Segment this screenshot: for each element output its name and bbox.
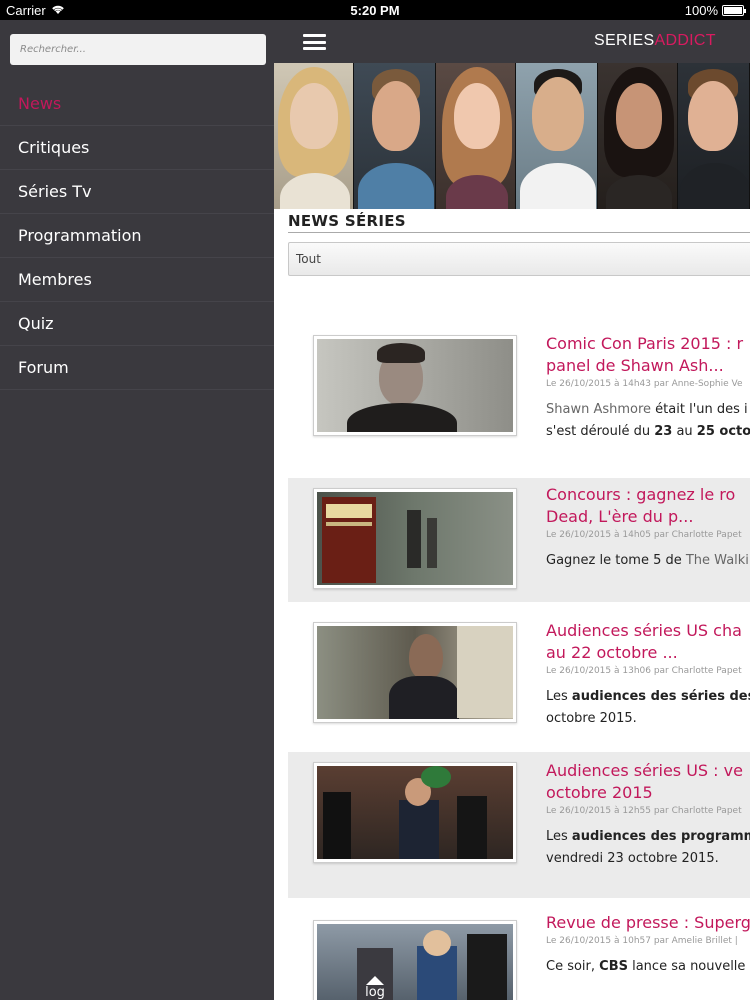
article-title-line-2[interactable]: Dead, L'ère du p... (546, 507, 693, 526)
excerpt-text: Gagnez le tome 5 de (546, 553, 686, 568)
logo-part-addict: ADDICT (654, 32, 716, 49)
cast-banner-image (274, 63, 750, 209)
excerpt-text: Les (546, 829, 572, 844)
sidebar: News Critiques Séries Tv Programmation M… (0, 20, 274, 1000)
article-title-line-2[interactable]: au 22 octobre ... (546, 643, 678, 662)
excerpt-bold: 25 octo (696, 424, 750, 439)
sidebar-item-forum[interactable]: Forum (0, 346, 274, 390)
category-filter-select[interactable]: Tout (288, 242, 750, 276)
excerpt-text: lance sa nouvelle s (627, 959, 750, 974)
banner-portrait (274, 63, 354, 209)
article-thumbnail[interactable] (313, 920, 517, 1000)
sidebar-item-news[interactable]: News (0, 82, 274, 126)
article-title-line-2[interactable]: panel de Shawn Ash... (546, 356, 724, 375)
news-article[interactable]: Audiences séries US cha au 22 octobre ...… (288, 602, 750, 742)
excerpt-text: vendredi 23 octobre 2015. (546, 851, 719, 866)
sidebar-item-quiz[interactable]: Quiz (0, 302, 274, 346)
article-title-line-2[interactable]: octobre 2015 (546, 783, 653, 802)
article-meta: Le 26/10/2015 à 10h57 par Amelie Brillet… (546, 936, 738, 946)
status-bar: Carrier 5:20 PM 100% (0, 0, 750, 20)
article-thumbnail[interactable] (313, 762, 517, 863)
excerpt-text: s'est déroulé du (546, 424, 655, 439)
search-input[interactable] (10, 34, 266, 65)
news-article[interactable]: Concours : gagnez le ro Dead, L'ère du p.… (288, 478, 750, 602)
sidebar-item-series-tv[interactable]: Séries Tv (0, 170, 274, 214)
article-title-line-1[interactable]: Audiences séries US cha (546, 621, 742, 640)
excerpt-text: Ce soir, (546, 959, 600, 974)
log-button[interactable]: log (350, 970, 400, 1000)
article-excerpt: Shawn Ashmore était l'un des i s'est dér… (546, 399, 750, 443)
article-title-line-1[interactable]: Concours : gagnez le ro (546, 485, 735, 504)
article-meta: Le 26/10/2015 à 12h55 par Charlotte Pape… (546, 806, 742, 816)
excerpt-text: au (672, 424, 697, 439)
article-excerpt: Ce soir, CBS lance sa nouvelle s (546, 956, 750, 978)
news-list: Comic Con Paris 2015 : r panel de Shawn A… (288, 301, 750, 1000)
excerpt-highlight: The Walki (685, 553, 749, 568)
article-title-line-1[interactable]: Audiences séries US : ve (546, 761, 743, 780)
banner-portrait (598, 63, 678, 209)
article-thumbnail[interactable] (313, 622, 517, 723)
excerpt-bold: audiences des programme (571, 829, 750, 844)
article-excerpt: Les audiences des programme vendredi 23 … (546, 826, 750, 870)
banner-portrait (516, 63, 598, 209)
clock: 5:20 PM (350, 3, 400, 18)
article-thumbnail[interactable] (313, 335, 517, 436)
article-title-line-1[interactable]: Revue de presse : Superg (546, 913, 750, 932)
banner-portrait (436, 63, 516, 209)
menu-icon[interactable] (303, 34, 326, 50)
article-excerpt: Les audiences des séries des c octobre 2… (546, 686, 750, 730)
sidebar-item-critiques[interactable]: Critiques (0, 126, 274, 170)
sidebar-item-membres[interactable]: Membres (0, 258, 274, 302)
sidebar-nav: News Critiques Séries Tv Programmation M… (0, 82, 274, 390)
excerpt-bold: 23 (654, 424, 673, 439)
up-arrow-icon (366, 976, 384, 985)
excerpt-text: Les (546, 689, 572, 704)
article-meta: Le 26/10/2015 à 14h43 par Anne-Sophie Ve (546, 379, 743, 389)
news-article[interactable]: Comic Con Paris 2015 : r panel de Shawn A… (288, 301, 750, 454)
log-label: log (365, 985, 385, 1000)
logo-part-series: SERIES (594, 32, 655, 49)
excerpt-bold: audiences des séries des c (571, 689, 750, 704)
banner-portrait (678, 63, 750, 209)
section-title: NEWS SÉRIES (288, 212, 406, 230)
news-article[interactable]: Audiences séries US : ve octobre 2015 Le … (288, 752, 750, 898)
sidebar-item-programmation[interactable]: Programmation (0, 214, 274, 258)
section-divider (288, 232, 750, 233)
excerpt-text: octobre 2015. (546, 711, 637, 726)
excerpt-highlight: Shawn Ashmore (546, 402, 652, 417)
top-bar: SERIESADDICT (274, 20, 750, 63)
article-meta: Le 26/10/2015 à 14h05 par Charlotte Pape… (546, 530, 742, 540)
excerpt-bold: CBS (599, 959, 628, 974)
banner-portrait (354, 63, 436, 209)
battery-icon (722, 5, 746, 16)
site-logo[interactable]: SERIESADDICT (594, 32, 716, 50)
article-thumbnail[interactable] (313, 488, 517, 589)
excerpt-text: était l'un des i (651, 402, 748, 417)
main-panel: SERIESADDICT NEWS SÉRIES Tout Comic Con … (274, 20, 750, 1000)
battery-percent: 100% (684, 3, 718, 18)
article-meta: Le 26/10/2015 à 13h06 par Charlotte Pape… (546, 666, 742, 676)
article-title-line-1[interactable]: Comic Con Paris 2015 : r (546, 334, 743, 353)
article-excerpt: Gagnez le tome 5 de The Walki (546, 550, 750, 572)
